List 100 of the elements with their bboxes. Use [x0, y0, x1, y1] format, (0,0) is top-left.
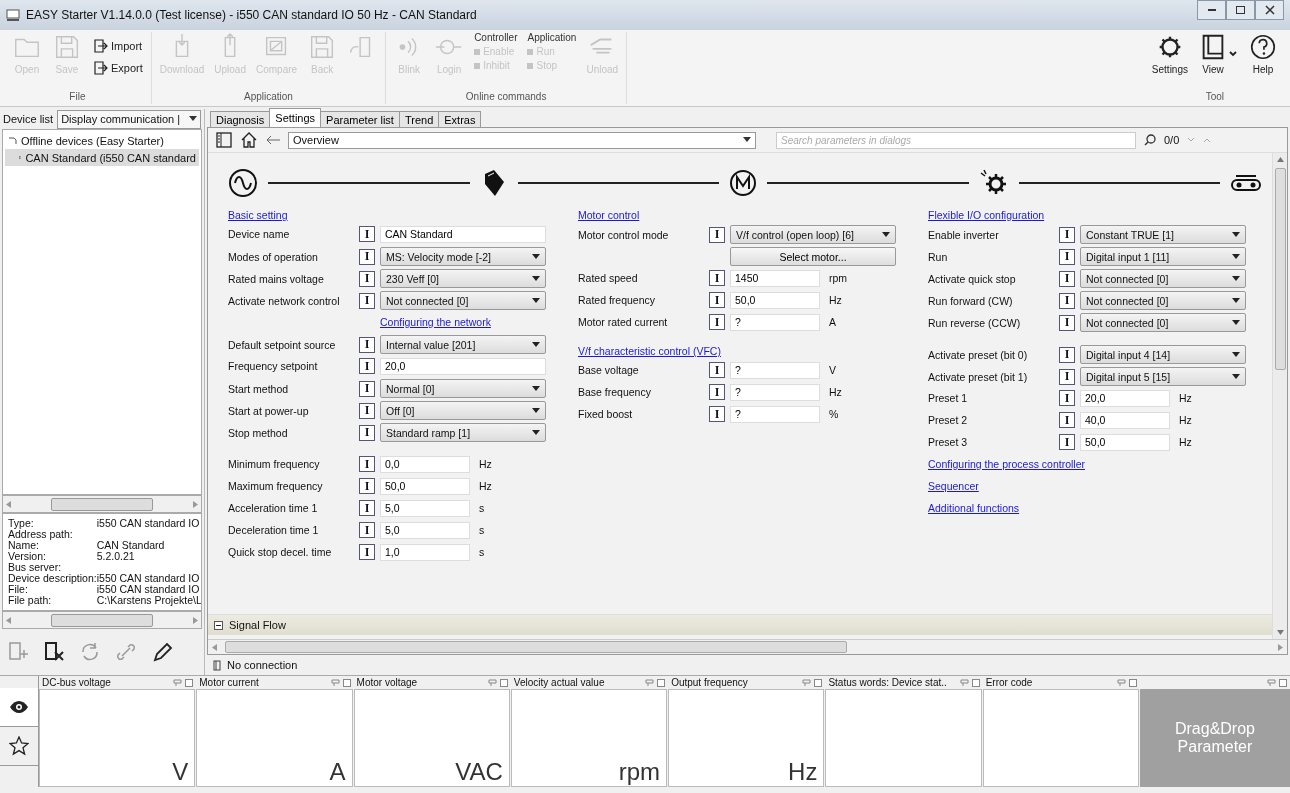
field-label: Preset 1 [928, 392, 969, 404]
channel-label: Error code [985, 677, 1034, 688]
field-label: Device name [228, 228, 291, 240]
number-field[interactable]: ? [730, 383, 820, 401]
dropdown[interactable]: 230 Veff [0] [380, 269, 546, 288]
link[interactable]: Configuring the process controller [928, 458, 1246, 470]
text-field[interactable]: 20,0 [380, 357, 546, 375]
info-button[interactable]: I [1059, 346, 1075, 363]
info-button[interactable]: I [359, 270, 375, 287]
info-button[interactable]: I [359, 248, 375, 265]
info-button[interactable]: I [709, 314, 725, 330]
info-button[interactable]: I [359, 380, 375, 397]
dropdown[interactable]: Not connected [0] [1080, 313, 1246, 332]
tab[interactable]: Trend [398, 111, 440, 127]
number-field[interactable]: 1450 [730, 269, 820, 287]
tree-item[interactable]: Offline devices (Easy Starter) [5, 132, 199, 149]
number-field[interactable]: 50,0 [1080, 433, 1170, 451]
info-button[interactable]: I [359, 292, 375, 309]
number-field[interactable]: ? [730, 361, 820, 379]
info-button[interactable]: I [709, 292, 725, 308]
tab[interactable]: Settings [269, 108, 322, 127]
tab[interactable]: Diagnosis [210, 111, 271, 127]
ribbon-button[interactable]: Settings [1151, 32, 1188, 75]
dropdown[interactable]: Not connected [0] [1080, 291, 1246, 310]
info-button[interactable]: I [709, 406, 725, 422]
number-field[interactable]: 5,0 [380, 499, 470, 517]
dropdown[interactable]: Digital input 4 [14] [1080, 345, 1246, 364]
info-button[interactable]: I [359, 544, 375, 560]
number-field[interactable]: 40,0 [1080, 411, 1170, 429]
section-link[interactable]: V/f characteristic control (VFC) [578, 345, 908, 357]
tab[interactable]: Extras [438, 111, 482, 127]
unit-label: A [829, 316, 837, 328]
dropdown[interactable]: Constant TRUE [1] [1080, 225, 1246, 244]
dropdown[interactable]: V/f control (open loop) [6] [730, 225, 896, 244]
unit-label: V [829, 364, 837, 376]
info-button[interactable]: I [709, 226, 725, 243]
number-field[interactable]: 50,0 [730, 291, 820, 309]
field-label: Rated frequency [578, 294, 657, 306]
section-link[interactable]: Flexible I/O configuration [928, 209, 1258, 221]
property-key: Device description: [8, 573, 97, 584]
info-button[interactable]: I [359, 402, 375, 419]
info-button[interactable]: I [1059, 226, 1075, 243]
info-button[interactable]: I [709, 270, 725, 286]
dropdown[interactable]: Normal [0] [380, 379, 546, 398]
tab[interactable]: Parameter list [320, 111, 400, 127]
tree-item[interactable]: CAN Standard (i550 CAN standard [5, 149, 199, 166]
group-label: Application [243, 91, 294, 104]
info-button[interactable]: I [359, 226, 375, 242]
number-field[interactable]: ? [730, 313, 820, 331]
section-link[interactable]: Motor control [578, 209, 908, 221]
info-button[interactable]: I [1059, 434, 1075, 450]
dropdown[interactable]: Not connected [0] [1080, 269, 1246, 288]
info-button[interactable]: I [1059, 248, 1075, 265]
info-button[interactable]: I [359, 478, 375, 494]
info-button[interactable]: I [359, 424, 375, 441]
page-dropdown[interactable]: Overview [288, 131, 756, 149]
info-button[interactable]: I [1059, 412, 1075, 428]
info-button[interactable]: I [359, 500, 375, 516]
info-button[interactable]: I [1059, 368, 1075, 385]
ribbon-button[interactable]: View [1198, 32, 1228, 75]
section-link[interactable]: Basic setting [228, 209, 558, 221]
number-field[interactable]: 20,0 [1080, 389, 1170, 407]
info-button[interactable]: I [1059, 292, 1075, 309]
number-field[interactable]: 1,0 [380, 543, 470, 561]
info-button[interactable]: I [359, 522, 375, 538]
view-dropdown[interactable]: Display communication | [57, 109, 201, 129]
link[interactable]: Sequencer [928, 480, 1246, 492]
info-button[interactable]: I [1059, 314, 1075, 331]
number-field[interactable]: ? [730, 405, 820, 423]
link[interactable]: Additional functions [928, 502, 1246, 514]
ribbon-button[interactable]: Help [1248, 32, 1278, 75]
dropdown[interactable]: Standard ramp [1] [380, 423, 546, 442]
ribbon-button[interactable]: Import [92, 38, 143, 54]
dropdown[interactable]: Not connected [0] [380, 291, 546, 310]
dropdown[interactable]: Digital input 1 [11] [1080, 247, 1246, 266]
search-field[interactable]: Search parameters in dialogs [776, 131, 1136, 149]
channel-label: Status words: Device stat.. [828, 677, 948, 688]
dropdown[interactable]: MS: Velocity mode [-2] [380, 247, 546, 266]
info-button[interactable]: I [359, 456, 375, 472]
number-field[interactable]: 5,0 [380, 521, 470, 539]
dropdown[interactable]: Off [0] [380, 401, 546, 420]
info-button[interactable]: I [1059, 270, 1075, 287]
text-field[interactable]: CAN Standard [380, 225, 546, 243]
info-button[interactable]: I [1059, 390, 1075, 406]
info-button[interactable]: I [709, 384, 725, 400]
link[interactable]: Configuring the network [380, 316, 546, 328]
dropdown[interactable]: Digital input 5 [15] [1080, 367, 1246, 386]
number-field[interactable]: 0,0 [380, 455, 470, 473]
dropdown[interactable]: Internal value [201] [380, 335, 546, 354]
info-button[interactable]: I [709, 362, 725, 378]
command-group-title: Controller [474, 32, 518, 43]
select-motor-button[interactable]: Select motor... [730, 247, 896, 266]
window-title: EASY Starter V1.14.0.0 (Test license) - i550 CAN standard IO 50 Hz - CAN Standard [26, 8, 478, 22]
section-header[interactable]: Signal Flow [208, 614, 1272, 635]
info-button[interactable]: I [359, 336, 375, 353]
info-button[interactable]: I [359, 358, 375, 374]
property-value: i550 CAN standard IO [96, 518, 201, 529]
ribbon-button[interactable]: Export [92, 60, 143, 76]
unit-label: s [479, 502, 486, 514]
number-field[interactable]: 50,0 [380, 477, 470, 495]
